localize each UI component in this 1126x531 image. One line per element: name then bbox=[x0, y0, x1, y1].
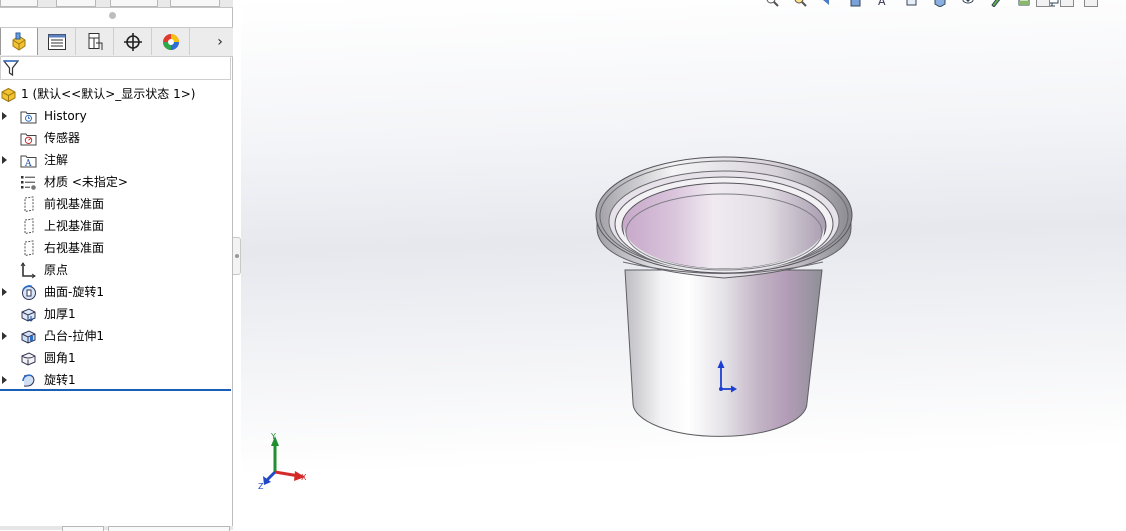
tree-item-history[interactable]: History bbox=[0, 105, 231, 127]
tree-item-label: 传感器 bbox=[44, 131, 81, 145]
tree-item-front-plane[interactable]: 前视基准面 bbox=[0, 193, 231, 215]
tree-item-top-plane[interactable]: 上视基准面 bbox=[0, 215, 231, 237]
tree-item-label: 圆角1 bbox=[44, 351, 76, 365]
sensor-icon bbox=[20, 133, 37, 146]
bottom-tab-strip bbox=[0, 526, 233, 531]
top-tab-stub[interactable] bbox=[56, 0, 96, 7]
tree-item-label: 材质 <未指定> bbox=[44, 175, 128, 189]
tree-item-label: 曲面-旋转1 bbox=[44, 285, 104, 299]
boss-extrude-icon bbox=[21, 330, 36, 344]
tree-filter-bar[interactable] bbox=[0, 56, 231, 80]
tree-item-right-plane[interactable]: 右视基准面 bbox=[0, 237, 231, 259]
tree-item-label: 前视基准面 bbox=[44, 197, 105, 211]
featuremanager-icon bbox=[12, 32, 26, 51]
panel-splitter-handle[interactable] bbox=[233, 237, 241, 275]
plane-icon bbox=[24, 240, 34, 257]
bottom-tab-stub[interactable] bbox=[108, 526, 230, 531]
expand-arrow-icon[interactable] bbox=[2, 288, 7, 296]
thicken-icon bbox=[21, 308, 36, 322]
triad-z-label: Z bbox=[258, 482, 264, 490]
surface-revolve-icon bbox=[22, 285, 36, 300]
display-manager-tab[interactable] bbox=[152, 28, 190, 55]
expand-arrow-icon[interactable] bbox=[2, 156, 7, 164]
tree-item-part-root[interactable]: 1 (默认<<默认>_显示状态 1>) bbox=[0, 83, 231, 105]
propertymanager-icon bbox=[47, 33, 66, 50]
configurationmanager-icon bbox=[88, 32, 102, 50]
tree-item-label: 右视基准面 bbox=[44, 241, 105, 255]
origin-icon bbox=[20, 262, 36, 279]
top-tab-stub[interactable] bbox=[110, 0, 158, 7]
fillet-icon bbox=[21, 352, 36, 366]
feature-tree: 1 (默认<<默认>_显示状态 1>) History 传感器 A 注解 材质 … bbox=[0, 83, 231, 391]
configurationmanager-tab[interactable] bbox=[76, 28, 114, 55]
tree-item-label: 旋转1 bbox=[44, 373, 76, 387]
tree-item-label: 原点 bbox=[44, 263, 69, 277]
tree-item-annotations[interactable]: A 注解 bbox=[0, 149, 231, 171]
manager-tab-row: › bbox=[0, 27, 233, 57]
annotations-icon: A bbox=[20, 155, 37, 169]
revolve-icon bbox=[22, 374, 35, 387]
tree-item-label: 1 (默认<<默认>_显示状态 1>) bbox=[21, 87, 196, 101]
feature-manager-panel: › 1 (默认<<默认>_显示状态 1>) History 传感器 A 注解 材… bbox=[0, 0, 233, 531]
svg-text:A: A bbox=[24, 159, 32, 169]
more-tabs-chevron-icon[interactable]: › bbox=[211, 32, 229, 52]
panel-grip-icon[interactable] bbox=[109, 12, 116, 19]
top-tab-stub[interactable] bbox=[0, 0, 38, 7]
part-icon bbox=[1, 87, 16, 103]
tree-item-thicken[interactable]: 加厚1 bbox=[0, 303, 231, 325]
filter-icon[interactable] bbox=[3, 60, 19, 77]
featuremanager-tab[interactable] bbox=[0, 28, 38, 55]
triad-x-label: X bbox=[301, 473, 307, 482]
expand-arrow-icon[interactable] bbox=[2, 376, 7, 384]
reference-triad[interactable]: Y X Z bbox=[255, 430, 315, 490]
tree-item-origin[interactable]: 原点 bbox=[0, 259, 231, 281]
cup-model[interactable] bbox=[595, 156, 853, 437]
tree-item-label: 加厚1 bbox=[44, 307, 76, 321]
triad-y-label: Y bbox=[270, 432, 276, 441]
tree-item-sensors[interactable]: 传感器 bbox=[0, 127, 231, 149]
dimxpert-icon bbox=[123, 32, 142, 51]
tree-item-surface-revolve[interactable]: 曲面-旋转1 bbox=[0, 281, 231, 303]
rollback-bar[interactable] bbox=[0, 389, 231, 391]
tree-item-fillet[interactable]: 圆角1 bbox=[0, 347, 231, 369]
model-view[interactable] bbox=[241, 0, 1126, 530]
bottom-tab-stub[interactable] bbox=[62, 526, 104, 531]
tree-item-material[interactable]: 材质 <未指定> bbox=[0, 171, 231, 193]
material-icon bbox=[21, 176, 36, 190]
tree-item-revolve[interactable]: 旋转1 bbox=[0, 369, 231, 391]
dimxpert-tab[interactable] bbox=[114, 28, 152, 55]
tree-item-label: History bbox=[44, 109, 87, 123]
top-tabs-strip bbox=[0, 0, 233, 8]
display-manager-icon bbox=[162, 33, 179, 50]
plane-icon bbox=[24, 196, 34, 213]
tree-item-label: 上视基准面 bbox=[44, 219, 105, 233]
tree-item-label: 注解 bbox=[44, 153, 69, 167]
expand-arrow-icon[interactable] bbox=[2, 112, 7, 120]
plane-icon bbox=[24, 218, 34, 235]
graphics-area[interactable]: A Y X Z bbox=[241, 0, 1126, 530]
propertymanager-tab[interactable] bbox=[38, 28, 76, 55]
history-folder-icon bbox=[20, 111, 37, 124]
top-tab-stub[interactable] bbox=[170, 0, 220, 7]
expand-arrow-icon[interactable] bbox=[2, 332, 7, 340]
tree-item-boss-extrude[interactable]: 凸台-拉伸1 bbox=[0, 325, 231, 347]
tree-item-label: 凸台-拉伸1 bbox=[44, 329, 104, 343]
